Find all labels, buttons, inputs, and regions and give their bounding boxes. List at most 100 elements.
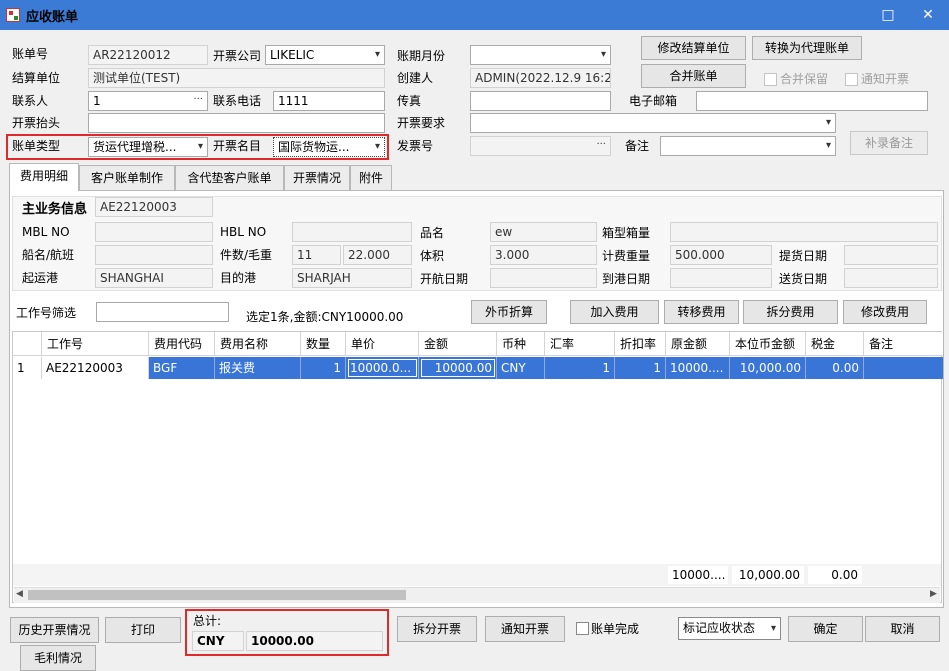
bill-type-select[interactable]: 货运代理增税... — [88, 137, 208, 157]
split-fee-button[interactable]: 拆分费用 — [743, 300, 838, 324]
split-invoice-button[interactable]: 拆分开票 — [397, 616, 477, 642]
tab-fee-detail[interactable]: 费用明细 — [9, 163, 79, 191]
invoice-no-field — [470, 136, 611, 156]
grid-header-note[interactable]: 备注 — [864, 332, 943, 356]
add-fee-button[interactable]: 加入费用 — [570, 300, 659, 324]
invoice-req-select[interactable] — [470, 113, 836, 133]
fee-grid[interactable]: 工作号 费用代码 费用名称 数量 单价 金额 币种 汇率 折扣率 原金额 本位币… — [12, 331, 943, 603]
invoice-company-select[interactable]: LIKELIC — [265, 45, 385, 65]
cell-note[interactable] — [864, 357, 943, 379]
bill-no-field[interactable]: AR22120012 — [88, 45, 208, 65]
total-label: 总计: — [193, 614, 222, 628]
period-select[interactable] — [470, 45, 611, 65]
grid-header-name[interactable]: 费用名称 — [215, 332, 301, 356]
container-label: 箱型箱量 — [602, 226, 651, 240]
pod-field: SHARJAH — [292, 268, 412, 288]
cell-name[interactable]: 报关费 — [215, 357, 301, 379]
cell-price[interactable]: 10000.0... — [346, 357, 419, 379]
maximize-icon[interactable]: □ — [868, 0, 908, 30]
email-field[interactable] — [696, 91, 928, 111]
confirm-button[interactable]: 确定 — [788, 616, 863, 642]
bill-done-checkbox[interactable] — [576, 622, 589, 635]
grid-header-base[interactable]: 本位币金额 — [730, 332, 806, 356]
grid-header-rate[interactable]: 汇率 — [545, 332, 615, 356]
invoice-item-select[interactable]: 国际货物运... — [273, 137, 385, 157]
pol-field: SHANGHAI — [95, 268, 213, 288]
job-filter-label: 工作号筛选 — [16, 306, 77, 320]
tab-advance-bill[interactable]: 含代垫客户账单 — [175, 165, 284, 191]
cell-amount[interactable]: 10000.00 — [419, 357, 497, 379]
sail-date-field — [490, 268, 597, 288]
grid-header-qty[interactable]: 数量 — [301, 332, 346, 356]
grid-header-job[interactable]: 工作号 — [42, 332, 149, 356]
cell-rate[interactable]: 1 — [545, 357, 615, 379]
profit-button[interactable]: 毛利情况 — [20, 645, 96, 671]
scroll-left-icon[interactable]: ◀ — [16, 589, 23, 599]
scroll-right-icon[interactable]: ▶ — [930, 589, 937, 599]
remark-label: 备注 — [625, 139, 650, 153]
invoice-title-field[interactable] — [88, 113, 385, 133]
cell-base[interactable]: 10,000.00 — [730, 357, 806, 379]
tab-invoice-status[interactable]: 开票情况 — [284, 165, 350, 191]
grid-header-tax[interactable]: 税金 — [806, 332, 864, 356]
vessel-field — [95, 245, 213, 265]
pol-label: 起运港 — [22, 271, 59, 285]
grid-header-code[interactable]: 费用代码 — [149, 332, 215, 356]
cell-code[interactable]: BGF — [149, 357, 215, 379]
cancel-button[interactable]: 取消 — [865, 616, 940, 642]
grid-header-amount[interactable]: 金额 — [419, 332, 497, 356]
modify-fee-button[interactable]: 修改费用 — [843, 300, 927, 324]
cell-discount[interactable]: 1 — [615, 357, 666, 379]
phone-label: 联系电话 — [213, 94, 262, 108]
title-bar — [0, 0, 949, 30]
supplement-remark-button: 补录备注 — [850, 131, 928, 155]
product-label: 品名 — [420, 226, 445, 240]
job-filter-input[interactable] — [96, 302, 229, 322]
vessel-label: 船名/航班 — [22, 248, 75, 262]
settle-unit-field: 测试单位(TEST) — [88, 68, 385, 88]
delivery-date-field — [844, 268, 938, 288]
pickup-date-label: 提货日期 — [779, 249, 828, 263]
tab-attachment[interactable]: 附件 — [350, 165, 392, 191]
print-button[interactable]: 打印 — [105, 617, 181, 643]
creator-label: 创建人 — [397, 71, 434, 85]
bill-done-label: 账单完成 — [591, 622, 640, 636]
arrive-date-label: 到港日期 — [602, 272, 651, 286]
remark-select[interactable] — [660, 136, 836, 156]
invoice-no-label: 发票号 — [397, 139, 434, 153]
status-select[interactable]: 标记应收状态 — [678, 617, 781, 640]
fax-field[interactable] — [470, 91, 611, 111]
app-icon — [6, 8, 20, 22]
history-invoice-button[interactable]: 历史开票情况 — [10, 617, 99, 643]
pod-label: 目的港 — [220, 271, 257, 285]
email-label: 电子邮箱 — [629, 94, 678, 108]
foreign-convert-button[interactable]: 外币折算 — [471, 300, 547, 324]
tab-customer-bill[interactable]: 客户账单制作 — [79, 165, 175, 191]
selection-summary: 选定1条,金额:CNY10000.00 — [246, 310, 404, 324]
phone-field[interactable]: 1111 — [273, 91, 385, 111]
grid-header-discount[interactable]: 折扣率 — [615, 332, 666, 356]
grid-header-orig[interactable]: 原金额 — [666, 332, 730, 356]
merge-bill-button[interactable]: 合并账单 — [641, 64, 746, 88]
invoice-item-label: 开票名目 — [213, 139, 262, 153]
convert-agent-bill-button[interactable]: 转换为代理账单 — [752, 36, 862, 60]
notify-invoice-checkbox — [845, 73, 858, 86]
transfer-fee-button[interactable]: 转移费用 — [664, 300, 739, 324]
contact-field[interactable]: 1 — [88, 91, 208, 111]
settle-unit-label: 结算单位 — [12, 71, 61, 85]
close-icon[interactable]: ✕ — [908, 0, 948, 30]
notify-invoice-button[interactable]: 通知开票 — [485, 616, 565, 642]
modify-settle-unit-button[interactable]: 修改结算单位 — [641, 36, 746, 60]
cell-orig[interactable]: 10000.... — [666, 357, 730, 379]
grid-header-currency[interactable]: 币种 — [497, 332, 545, 356]
scrollbar-thumb[interactable] — [28, 590, 406, 600]
charge-weight-label: 计费重量 — [602, 249, 651, 263]
cell-qty[interactable]: 1 — [301, 357, 346, 379]
cell-tax[interactable]: 0.00 — [806, 357, 864, 379]
cell-job[interactable]: AE22120003 — [42, 357, 149, 379]
creator-field: ADMIN(2022.12.9 16:2: — [470, 68, 611, 88]
grid-header-price[interactable]: 单价 — [346, 332, 419, 356]
cell-currency[interactable]: CNY — [497, 357, 545, 379]
pickup-date-field — [844, 245, 938, 265]
invoice-company-label: 开票公司 — [213, 49, 262, 63]
